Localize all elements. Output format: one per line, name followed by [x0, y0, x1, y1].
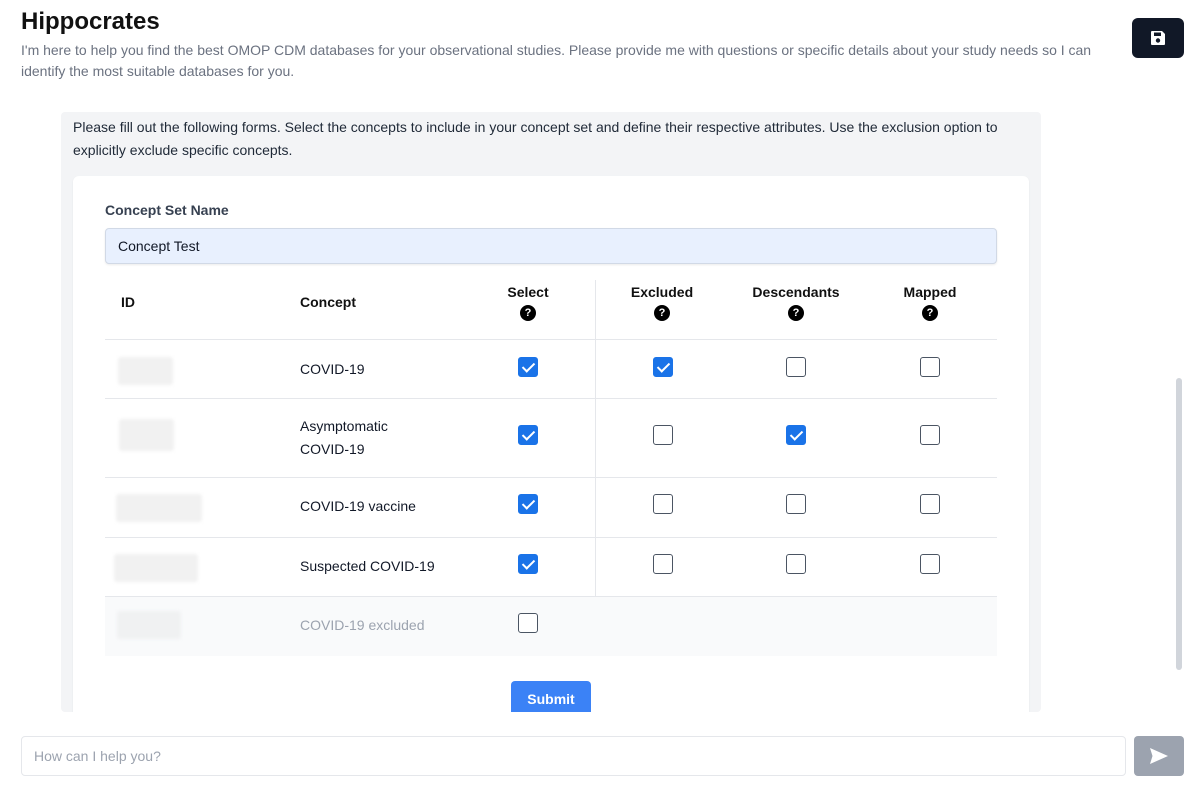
col-header-descendants: Descendants ? [741, 284, 851, 321]
form-instructions: Please fill out the following forms. Sel… [73, 119, 998, 158]
table-header: ID Concept Select ? Excluded ? Descendan… [105, 280, 997, 340]
table-row: Suspected COVID-19 [105, 538, 997, 597]
excluded-checkbox[interactable] [653, 425, 673, 445]
mapped-checkbox[interactable] [920, 425, 940, 445]
concept-name: Suspected COVID-19 [300, 558, 435, 574]
descendants-checkbox[interactable] [786, 554, 806, 574]
paper-plane-icon [1150, 748, 1168, 764]
select-checkbox[interactable] [518, 613, 538, 633]
excluded-checkbox[interactable] [653, 554, 673, 574]
select-checkbox[interactable] [518, 357, 538, 377]
mapped-checkbox[interactable] [920, 494, 940, 514]
concept-name: COVID-19 vaccine [300, 498, 416, 514]
question-circle-icon[interactable]: ? [654, 305, 670, 321]
select-checkbox[interactable] [518, 494, 538, 514]
question-circle-icon[interactable]: ? [520, 305, 536, 321]
send-button[interactable] [1134, 736, 1184, 776]
excluded-checkbox[interactable] [653, 494, 673, 514]
col-header-excluded: Excluded ? [617, 284, 707, 321]
question-circle-icon[interactable]: ? [922, 305, 938, 321]
concept-id-redacted [118, 357, 173, 385]
concept-set-name-label: Concept Set Name [105, 202, 229, 218]
concept-id-redacted [117, 611, 181, 639]
app-subtitle: I'm here to help you find the best OMOP … [21, 42, 1092, 79]
concept-name: COVID-19 [300, 361, 365, 377]
col-header-descendants-label: Descendants [752, 284, 840, 300]
concept-name: COVID-19 excluded [300, 617, 425, 633]
col-header-mapped: Mapped ? [885, 284, 975, 321]
table-row: COVID-19 [105, 340, 997, 399]
chat-message-panel: Please fill out the following forms. Sel… [61, 112, 1041, 712]
descendants-checkbox[interactable] [786, 425, 806, 445]
table-row: Asymptomatic COVID-19 [105, 399, 997, 478]
submit-button[interactable]: Submit [511, 681, 591, 712]
col-header-id: ID [121, 294, 135, 310]
col-header-excluded-label: Excluded [630, 284, 694, 300]
col-header-select-label: Select [507, 284, 549, 300]
save-button[interactable] [1132, 18, 1184, 58]
col-header-mapped-label: Mapped [903, 284, 957, 300]
concept-id-redacted [116, 494, 202, 522]
descendants-checkbox[interactable] [786, 494, 806, 514]
descendants-checkbox[interactable] [786, 357, 806, 377]
app-title: Hippocrates [21, 8, 160, 35]
concept-id-redacted [119, 419, 174, 451]
chat-input[interactable] [21, 736, 1126, 776]
concept-set-form: Concept Set Name ID Concept Select ? Exc… [73, 176, 1029, 712]
question-circle-icon[interactable]: ? [788, 305, 804, 321]
select-checkbox[interactable] [518, 425, 538, 445]
excluded-checkbox[interactable] [653, 357, 673, 377]
concept-id-redacted [114, 554, 198, 582]
concept-name: Asymptomatic COVID-19 [300, 418, 388, 457]
table-row: COVID-19 vaccine [105, 478, 997, 538]
mapped-checkbox[interactable] [920, 357, 940, 377]
col-header-select: Select ? [488, 284, 568, 321]
table-row-disabled: COVID-19 excluded [105, 597, 997, 656]
floppy-disk-icon [1151, 31, 1165, 45]
concept-table: ID Concept Select ? Excluded ? Descendan… [105, 280, 997, 656]
col-header-concept: Concept [300, 294, 356, 310]
scrollbar[interactable] [1176, 378, 1182, 670]
mapped-checkbox[interactable] [920, 554, 940, 574]
select-checkbox[interactable] [518, 554, 538, 574]
concept-set-name-input[interactable] [105, 228, 997, 264]
